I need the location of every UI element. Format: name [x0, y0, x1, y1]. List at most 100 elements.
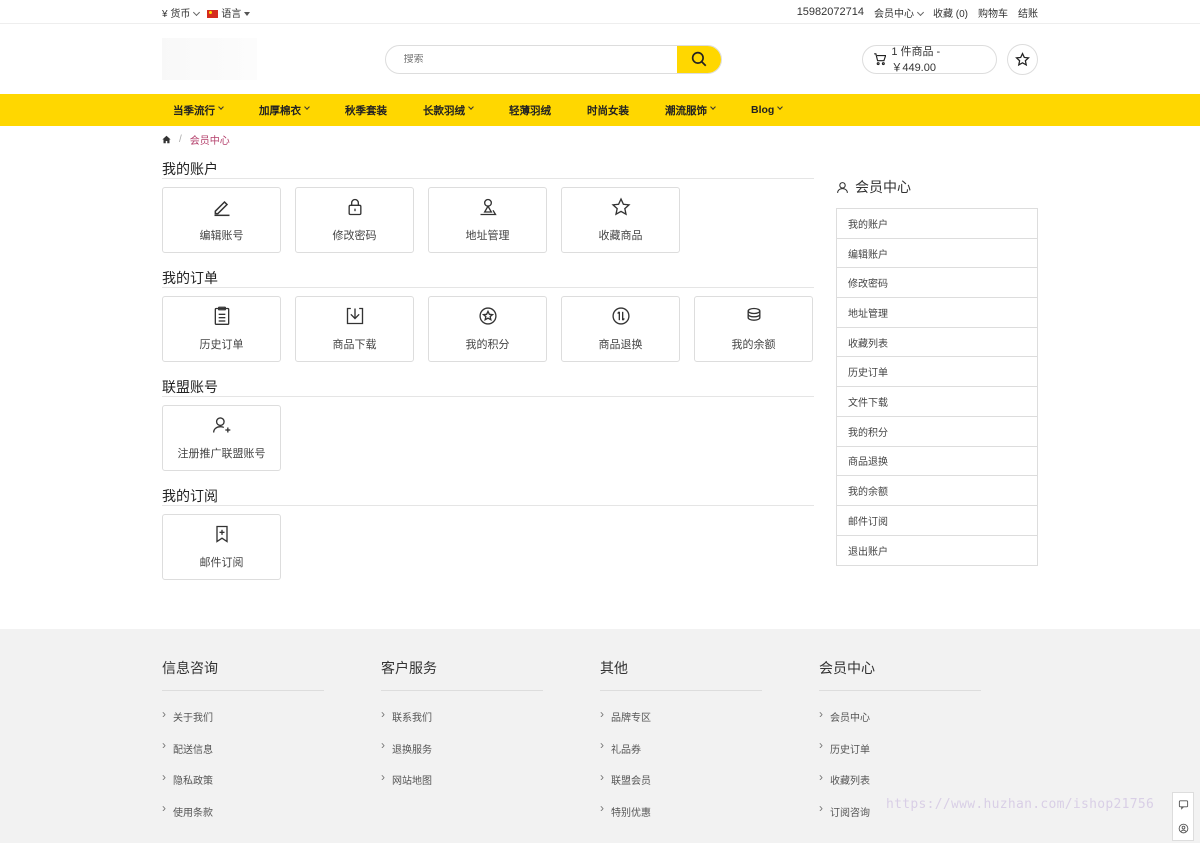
- footer-link[interactable]: 联盟会员: [600, 764, 819, 796]
- cart-icon: [873, 53, 886, 66]
- sidebar-item-wishlist[interactable]: 收藏列表: [837, 328, 1037, 358]
- nav-item-label: 时尚女装: [587, 104, 629, 117]
- chat-icon[interactable]: [1178, 799, 1189, 810]
- footer-link[interactable]: 收藏列表: [819, 764, 1038, 796]
- footer-link[interactable]: 隐私政策: [162, 764, 381, 796]
- reward-points-tile[interactable]: 我的积分: [428, 296, 547, 362]
- caret-down-icon: [244, 11, 251, 16]
- newsletter-tile[interactable]: 邮件订阅: [162, 514, 281, 580]
- order-history-tile[interactable]: 历史订单: [162, 296, 281, 362]
- language-selector[interactable]: 语言: [207, 5, 251, 20]
- tile-label: 商品退换: [598, 339, 643, 351]
- chevron-down-icon: [777, 104, 784, 110]
- footer-link[interactable]: 历史订单: [819, 733, 1038, 765]
- phone-number[interactable]: 15982072714: [797, 6, 864, 18]
- tile-label: 我的积分: [465, 339, 510, 351]
- footer-link[interactable]: 联系我们: [381, 701, 600, 733]
- china-flag-icon: [207, 9, 219, 18]
- sidebar-item-order-history[interactable]: 历史订单: [837, 357, 1037, 388]
- downloads-tile[interactable]: 商品下载: [295, 296, 414, 362]
- footer-link[interactable]: 礼品券: [600, 733, 819, 765]
- user-circle-icon[interactable]: [1178, 823, 1189, 834]
- tile-label: 编辑账号: [199, 230, 244, 242]
- wishlist-link[interactable]: 收藏 (0): [933, 5, 968, 20]
- wishlist-count: (0): [955, 8, 968, 20]
- currency-selector[interactable]: ¥ 货币: [162, 5, 201, 20]
- nav-item[interactable]: 长款羽绒: [412, 94, 484, 126]
- top-bar: ¥ 货币 语言 15982072714 会员中心 收藏 (0) 购物车 结账: [0, 0, 1200, 24]
- sidebar-item-reward-points[interactable]: 我的积分: [837, 417, 1037, 447]
- sidebar-item-newsletter[interactable]: 邮件订阅: [837, 506, 1037, 536]
- nav-item[interactable]: 秋季套装: [334, 94, 398, 126]
- nav-item[interactable]: 轻薄羽绒: [498, 94, 562, 126]
- download-icon: [346, 307, 363, 325]
- sidebar-title: 会员中心: [836, 152, 1038, 208]
- footer-link[interactable]: 特别优惠: [600, 796, 819, 828]
- search-input[interactable]: [385, 53, 677, 65]
- balance-tile[interactable]: 我的余额: [694, 296, 813, 362]
- footer-link[interactable]: 使用条款: [162, 796, 381, 828]
- nav-item-label: 轻薄羽绒: [509, 104, 551, 117]
- sidebar-item-logout[interactable]: 退出账户: [837, 536, 1037, 566]
- footer-link[interactable]: 会员中心: [819, 701, 1038, 733]
- tile-label: 注册推广联盟账号: [177, 448, 266, 460]
- nav-item[interactable]: 潮流服饰: [654, 94, 726, 126]
- sidebar-menu: 我的账户 编辑账户 修改密码 地址管理 收藏列表 历史订单 文件下载 我的积分 …: [836, 208, 1038, 567]
- section-title-subscription: 我的订阅: [162, 479, 814, 506]
- pencil-icon: [214, 200, 229, 217]
- member-center-link[interactable]: 会员中心: [874, 5, 925, 20]
- tile-label: 地址管理: [465, 230, 510, 242]
- return-icon: [611, 307, 630, 325]
- cart-button[interactable]: 1 件商品 - ￥449.00: [861, 44, 998, 74]
- tile-label: 历史订单: [199, 339, 244, 351]
- nav-item[interactable]: 时尚女装: [576, 94, 640, 126]
- nav-item[interactable]: 当季流行: [162, 94, 234, 126]
- edit-account-tile[interactable]: 编辑账号: [162, 187, 281, 253]
- tile-label: 邮件订阅: [199, 557, 244, 569]
- footer-link[interactable]: 关于我们: [162, 701, 381, 733]
- nav-item-label: 秋季套装: [345, 104, 387, 117]
- coins-icon: [747, 307, 760, 321]
- main-nav: 当季流行 加厚棉衣 秋季套装 长款羽绒 轻薄羽绒 时尚女装 潮流服饰 Blog: [0, 94, 1200, 126]
- nav-item[interactable]: 加厚棉衣: [248, 94, 320, 126]
- tile-label: 收藏商品: [598, 230, 643, 242]
- breadcrumb-separator: /: [179, 133, 182, 145]
- chevron-down-icon: [193, 8, 201, 16]
- cart-link[interactable]: 购物车: [978, 5, 1008, 20]
- language-label: 语言: [221, 8, 242, 20]
- sidebar-item-downloads[interactable]: 文件下载: [837, 387, 1037, 417]
- wishlist-tile[interactable]: 收藏商品: [561, 187, 680, 253]
- clipboard-list-icon: [214, 306, 229, 325]
- sidebar-item-returns[interactable]: 商品退换: [837, 447, 1037, 477]
- logo[interactable]: [162, 38, 257, 80]
- footer-link[interactable]: 退换服务: [381, 733, 600, 765]
- wishlist-button[interactable]: [1007, 43, 1038, 75]
- sidebar-item-password[interactable]: 修改密码: [837, 268, 1037, 299]
- home-icon[interactable]: [162, 135, 171, 144]
- footer-link[interactable]: 配送信息: [162, 733, 381, 765]
- register-affiliate-tile[interactable]: 注册推广联盟账号: [162, 405, 281, 471]
- nav-item[interactable]: Blog: [740, 94, 793, 126]
- footer-link[interactable]: 品牌专区: [600, 701, 819, 733]
- returns-tile[interactable]: 商品退换: [561, 296, 680, 362]
- lock-icon: [348, 198, 361, 216]
- watermark: https://www.huzhan.com/ishop21756: [886, 797, 1155, 812]
- tile-label: 修改密码: [332, 230, 377, 242]
- search-bar: [384, 44, 722, 74]
- cart-summary: 1 件商品 - ￥449.00: [891, 46, 941, 74]
- sidebar-item-address[interactable]: 地址管理: [837, 298, 1037, 328]
- search-icon: [691, 51, 706, 67]
- change-password-tile[interactable]: 修改密码: [295, 187, 414, 253]
- address-book-tile[interactable]: 地址管理: [428, 187, 547, 253]
- section-title-orders: 我的订单: [162, 261, 814, 288]
- checkout-link[interactable]: 结账: [1018, 5, 1038, 20]
- nav-item-label: Blog: [751, 104, 775, 116]
- footer-link[interactable]: 网站地图: [381, 764, 600, 796]
- sidebar-item-balance[interactable]: 我的余额: [837, 476, 1037, 506]
- floating-tools: [1172, 792, 1194, 841]
- currency-label: ¥ 货币: [162, 8, 191, 20]
- breadcrumb-current[interactable]: 会员中心: [190, 132, 230, 147]
- sidebar-item-my-account[interactable]: 我的账户: [837, 209, 1037, 239]
- search-button[interactable]: [676, 45, 721, 73]
- sidebar-item-edit-account[interactable]: 编辑账户: [837, 239, 1037, 269]
